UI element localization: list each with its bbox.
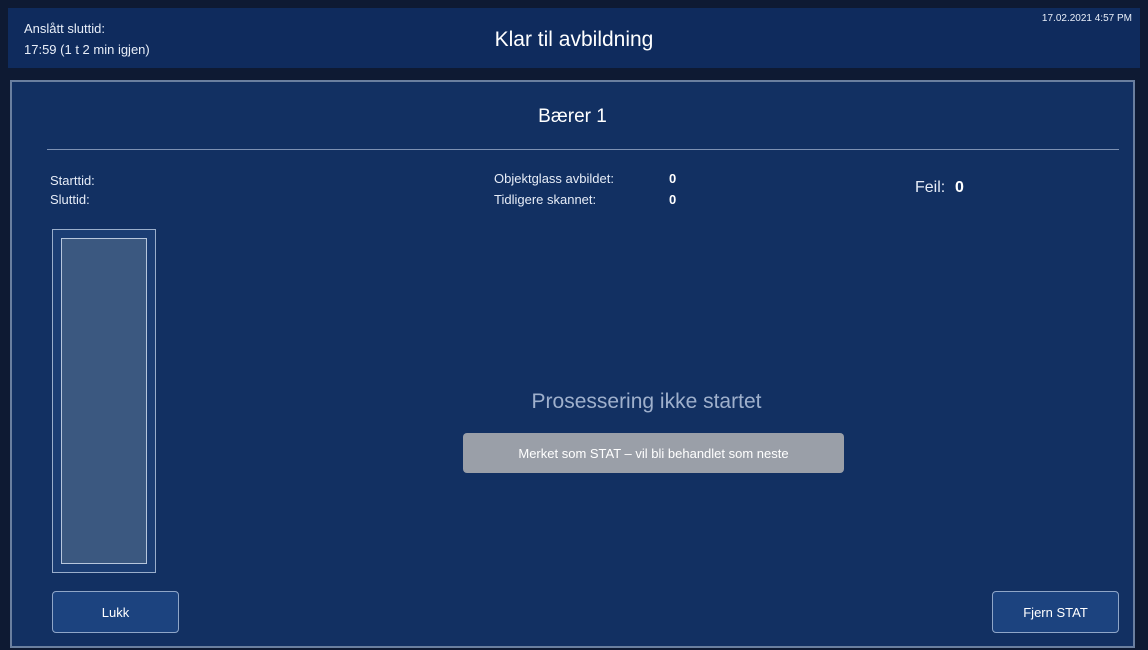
- errors-value: 0: [955, 179, 964, 196]
- previously-scanned-value: 0: [669, 192, 677, 207]
- stat-badge: Merket som STAT – vil bli behandlet som …: [463, 433, 844, 473]
- carrier-panel: Bærer 1 Starttid: Sluttid: Objektglass a…: [10, 80, 1135, 648]
- datetime: 17.02.2021 4:57 PM: [1041, 13, 1132, 24]
- processing-status: Prosessering ikke startet: [531, 390, 762, 413]
- errors-label: Feil:: [915, 179, 946, 196]
- slides-imaged-value: 0: [669, 171, 677, 186]
- start-time-label: Starttid:: [50, 173, 95, 188]
- remove-stat-button[interactable]: Fjern STAT: [992, 591, 1119, 633]
- previously-scanned-label: Tidligere skannet:: [494, 192, 597, 207]
- status-area: Prosessering ikke startet: [12, 390, 1133, 414]
- end-time-label: Sluttid:: [50, 192, 90, 207]
- top-bar: Anslått sluttid: 17:59 (1 t 2 min igjen)…: [8, 8, 1140, 68]
- status-title: Klar til avbildning: [494, 28, 654, 51]
- carrier-title: Bærer 1: [538, 106, 607, 127]
- slides-imaged-label: Objektglass avbildet:: [494, 171, 614, 186]
- divider: [47, 149, 1119, 150]
- close-button[interactable]: Lukk: [52, 591, 179, 633]
